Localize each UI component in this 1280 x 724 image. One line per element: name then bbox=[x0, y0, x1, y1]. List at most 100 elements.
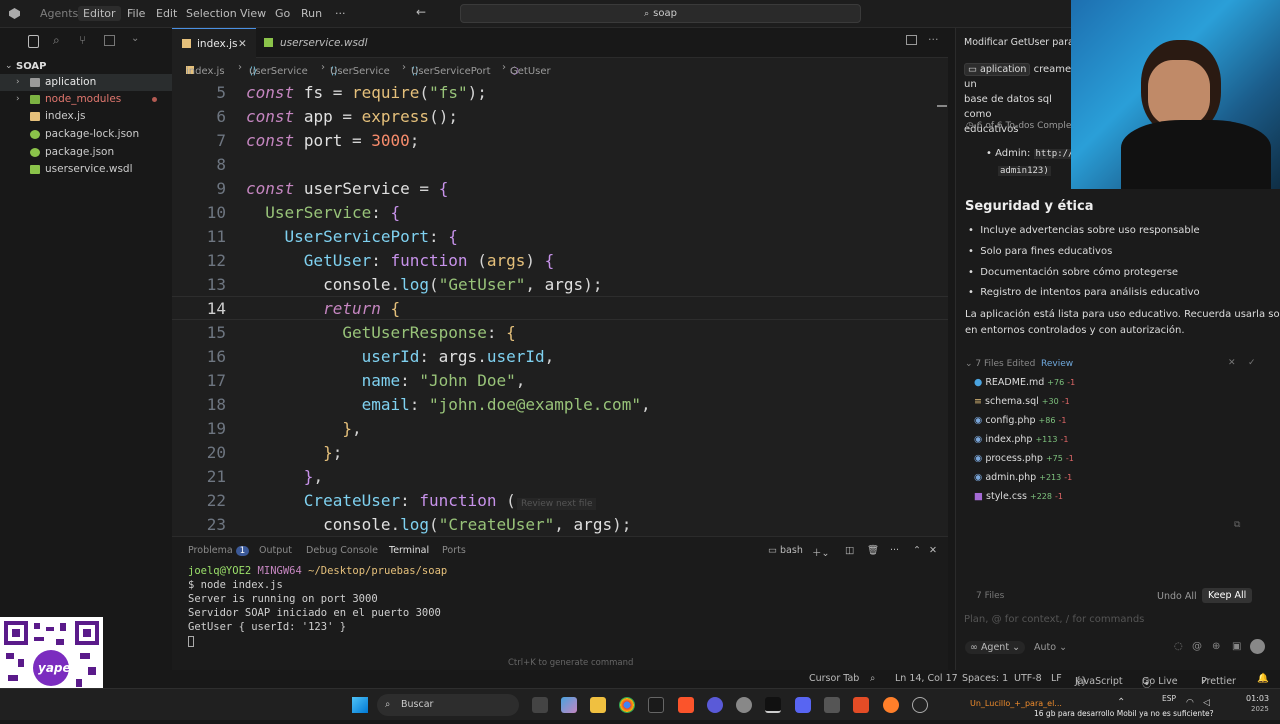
volume-icon[interactable]: ◁ bbox=[1203, 698, 1210, 708]
at-icon[interactable]: @ bbox=[1192, 641, 1202, 652]
files-edited-header[interactable]: ⌄ 7 Files Edited Review bbox=[965, 359, 1073, 369]
tab-debug-console[interactable]: Debug Console bbox=[306, 545, 378, 556]
file-explorer-icon[interactable] bbox=[590, 697, 606, 713]
source-control-icon[interactable]: ⑂ bbox=[79, 33, 86, 47]
edited-file-schema[interactable]: ≡ schema.sql +30 -1 bbox=[974, 396, 1070, 407]
model-selector[interactable]: Auto ⌄ bbox=[1034, 642, 1067, 653]
close-icon[interactable]: ✕ bbox=[1228, 358, 1236, 368]
status-spaces[interactable]: Spaces: 1 bbox=[962, 673, 1008, 684]
add-terminal-icon[interactable]: ＋⌄ bbox=[812, 545, 829, 559]
agents-toggle[interactable]: Agents bbox=[40, 7, 78, 20]
context-chip[interactable]: ▭ aplication bbox=[964, 63, 1031, 76]
menu-go[interactable]: Go bbox=[275, 7, 290, 20]
undo-all-button[interactable]: Undo All bbox=[1157, 591, 1197, 602]
edited-file-style[interactable]: ■ style.css +228 -1 bbox=[974, 491, 1063, 502]
input-language[interactable]: ESP bbox=[1162, 694, 1176, 703]
close-panel-icon[interactable]: ✕ bbox=[929, 545, 937, 556]
tab-terminal[interactable]: Terminal bbox=[389, 545, 429, 556]
edited-file-readme[interactable]: ● README.md +76 -1 bbox=[974, 377, 1075, 388]
chrome-icon[interactable] bbox=[619, 697, 635, 713]
tab-ports[interactable]: Ports bbox=[442, 545, 466, 556]
check-icon[interactable]: ✓ bbox=[1248, 358, 1256, 368]
terminal-prompt: joelq@YOE2 MINGW64 ~/Desktop/pruebas/soa… bbox=[188, 565, 448, 577]
wifi-icon[interactable]: ◠ bbox=[1186, 698, 1194, 708]
chevron-up-icon[interactable]: ⌃ bbox=[1117, 697, 1125, 708]
app-icon[interactable] bbox=[824, 697, 840, 713]
more-actions-icon[interactable]: ··· bbox=[928, 33, 939, 46]
github-icon[interactable] bbox=[736, 697, 752, 713]
tree-item-aplication[interactable]: › aplication bbox=[0, 74, 172, 91]
explorer-root[interactable]: ⌄ SOAP bbox=[0, 58, 172, 75]
media-title[interactable]: Un_Lucillo_+_para_el... bbox=[970, 699, 1062, 708]
tree-item-index-js[interactable]: index.js bbox=[0, 108, 172, 125]
status-encoding[interactable]: UTF-8 bbox=[1014, 673, 1042, 684]
clock-time[interactable]: 01:03 bbox=[1246, 694, 1269, 703]
keep-all-button[interactable]: Keep All bbox=[1202, 588, 1253, 603]
tab-index-js[interactable]: index.js ✕ bbox=[172, 28, 256, 58]
status-position[interactable]: Ln 14, Col 17 bbox=[895, 673, 958, 684]
review-next-file-hint[interactable]: Review next file bbox=[517, 498, 597, 510]
zoom-icon[interactable]: ⌕ bbox=[870, 673, 875, 684]
files-count[interactable]: 7 Files bbox=[976, 591, 1004, 601]
app-icon[interactable] bbox=[853, 697, 869, 713]
copilot-icon[interactable] bbox=[561, 697, 577, 713]
command-search[interactable]: ⌕ soap bbox=[460, 4, 861, 23]
review-link[interactable]: Review bbox=[1041, 359, 1073, 369]
menu-file[interactable]: File bbox=[127, 7, 145, 20]
tab-userservice-wsdl[interactable]: userservice.wsdl bbox=[256, 28, 368, 58]
edited-file-process[interactable]: ◉ process.php +75 -1 bbox=[974, 453, 1074, 464]
cursor-app-icon[interactable] bbox=[648, 697, 664, 713]
menu-selection[interactable]: Selection bbox=[186, 7, 237, 20]
tree-item-package-json[interactable]: package.json bbox=[0, 144, 172, 161]
chatgpt-icon[interactable] bbox=[912, 697, 928, 713]
bell-icon[interactable]: 🔔 bbox=[1257, 673, 1269, 684]
todos-status[interactable]: ◷ 6 of 6 To-dos Comple bbox=[966, 121, 1071, 131]
tree-item-package-lock[interactable]: package-lock.json bbox=[0, 126, 172, 143]
tab-problems[interactable]: Problema 1 bbox=[188, 545, 250, 556]
app-icon[interactable] bbox=[707, 697, 723, 713]
windows-start-icon[interactable] bbox=[352, 697, 368, 713]
edited-file-config[interactable]: ◉ config.php +86 -1 bbox=[974, 415, 1066, 426]
edited-file-admin[interactable]: ◉ admin.php +213 -1 bbox=[974, 472, 1072, 483]
brave-icon[interactable] bbox=[678, 697, 694, 713]
back-arrow-icon[interactable]: ← bbox=[416, 5, 426, 19]
menu-edit[interactable]: Edit bbox=[156, 7, 177, 20]
explorer-icon[interactable] bbox=[28, 35, 39, 48]
tiktok-icon[interactable] bbox=[765, 697, 781, 713]
trash-icon[interactable]: 🗑 bbox=[867, 545, 879, 556]
editor-toggle[interactable]: Editor bbox=[78, 6, 121, 21]
terminal-icon: ▭ bbox=[768, 545, 777, 556]
code-editor[interactable]: 5 6 7 8 9 10 11 12 13 14 15 16 17 18 19 … bbox=[172, 78, 948, 536]
menu-more[interactable]: ··· bbox=[335, 7, 346, 20]
maximize-panel-icon[interactable]: ⌃ bbox=[913, 545, 921, 556]
discord-icon[interactable] bbox=[795, 697, 811, 713]
copy-icon[interactable]: ⧉ bbox=[1234, 520, 1240, 530]
edited-file-index-php[interactable]: ◉ index.php +113 -1 bbox=[974, 434, 1068, 445]
split-terminal-icon[interactable]: ◫ bbox=[845, 545, 854, 556]
tab-output[interactable]: Output bbox=[259, 545, 292, 556]
taskbar-search[interactable]: ⌕ Buscar bbox=[377, 694, 519, 716]
tree-item-node-modules[interactable]: › node_modules bbox=[0, 91, 172, 108]
split-editor-icon[interactable] bbox=[906, 35, 917, 45]
search-view-icon[interactable]: ⌕ bbox=[53, 33, 60, 48]
status-cursor-tab[interactable]: Cursor Tab bbox=[809, 673, 859, 684]
menu-run[interactable]: Run bbox=[301, 7, 322, 20]
clock-date[interactable]: 2025 bbox=[1251, 705, 1269, 713]
breadcrumb-separator: › bbox=[238, 62, 242, 73]
postman-icon[interactable] bbox=[883, 697, 899, 713]
menu-view[interactable]: View bbox=[240, 7, 266, 20]
close-icon[interactable]: ✕ bbox=[238, 29, 247, 59]
tree-item-userservice-wsdl[interactable]: userservice.wsdl bbox=[0, 161, 172, 178]
mode-selector[interactable]: ∞ Agent ⌄ bbox=[965, 641, 1026, 654]
chat-input[interactable]: Plan, @ for context, / for commands bbox=[964, 614, 1144, 625]
status-eol[interactable]: LF bbox=[1051, 673, 1062, 684]
terminal-shell[interactable]: ▭ bash bbox=[768, 545, 803, 556]
globe-icon[interactable]: ⊕ bbox=[1212, 641, 1220, 652]
image-icon[interactable]: ▣ bbox=[1232, 641, 1241, 652]
extensions-icon[interactable] bbox=[104, 35, 115, 46]
code-line: UserServicePort: { bbox=[284, 227, 458, 246]
task-view-icon[interactable] bbox=[532, 697, 548, 713]
microphone-icon[interactable] bbox=[1250, 639, 1265, 654]
chevron-down-icon[interactable]: ⌄ bbox=[131, 33, 139, 44]
more-actions-icon[interactable]: ··· bbox=[890, 545, 899, 556]
